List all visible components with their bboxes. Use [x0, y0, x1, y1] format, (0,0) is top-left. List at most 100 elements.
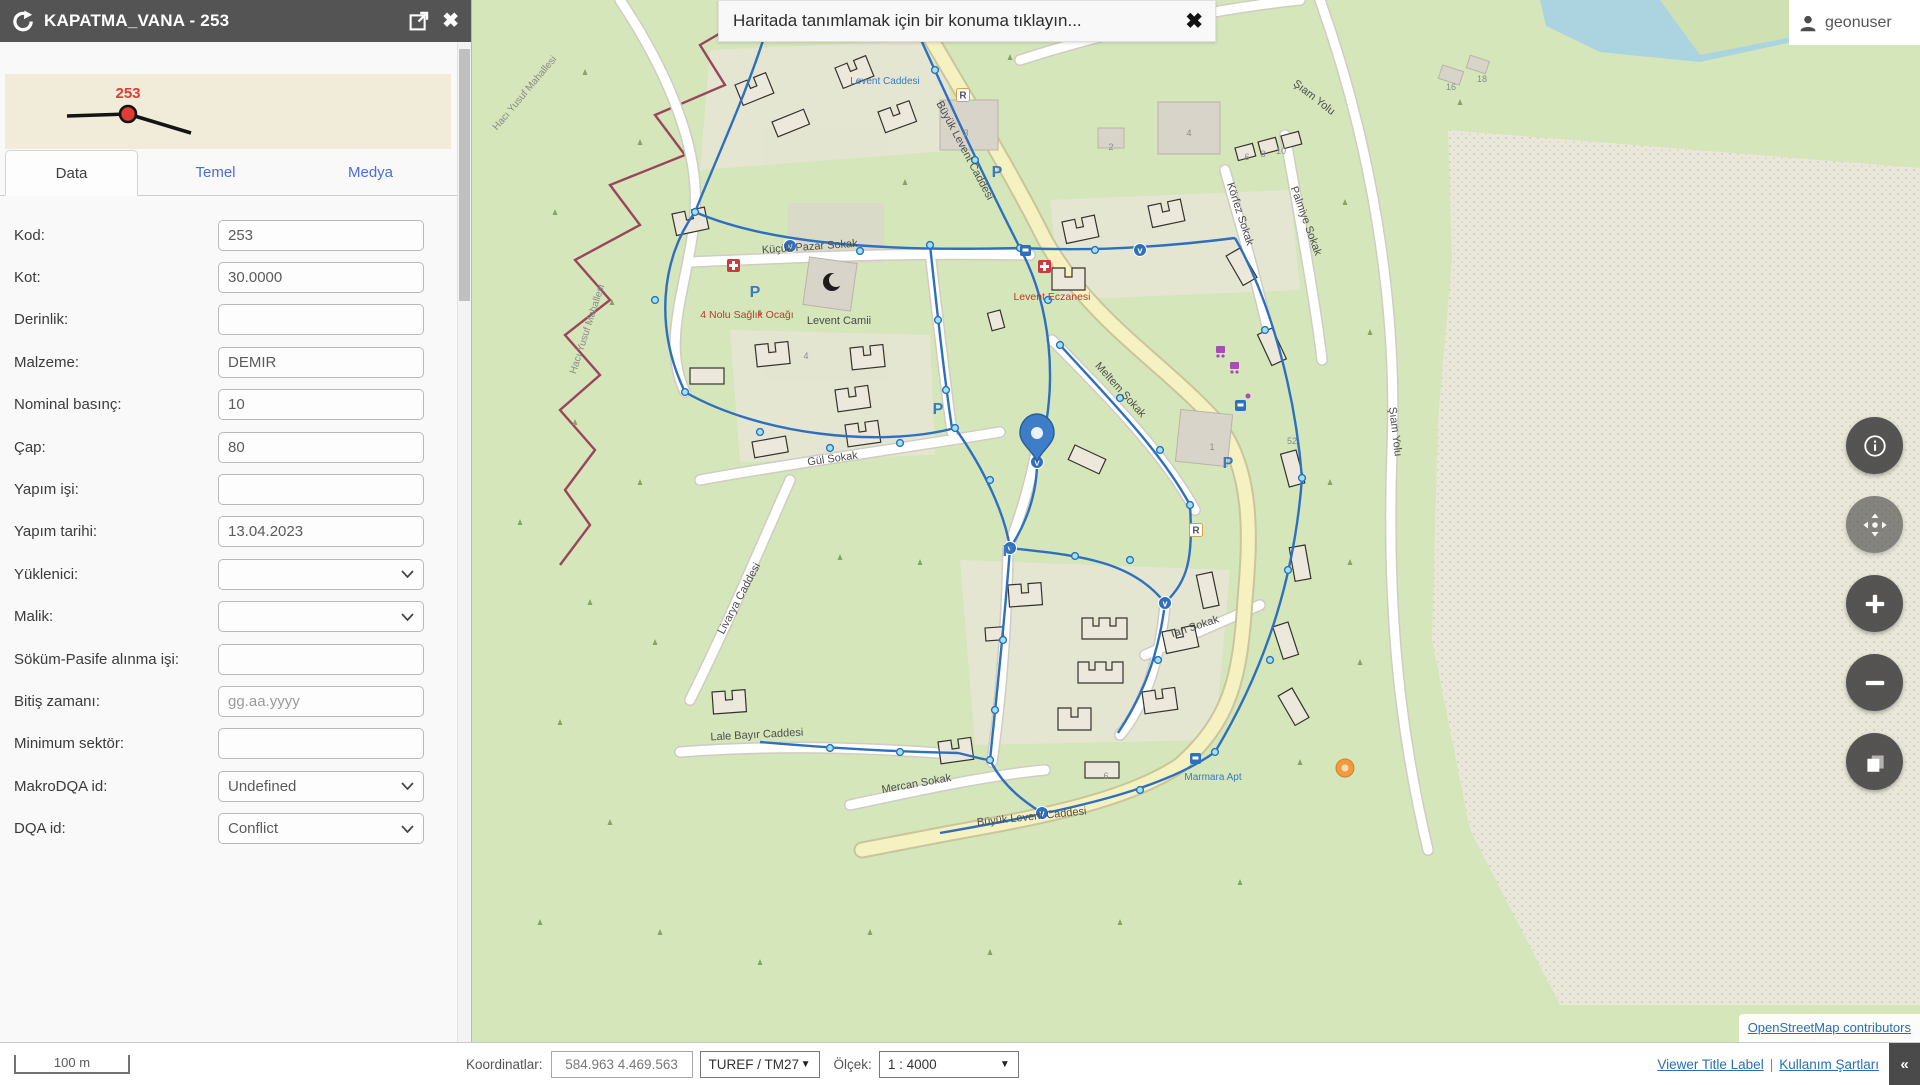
- form-row: Malzeme:: [0, 341, 455, 383]
- tab-temel[interactable]: Temel: [138, 150, 293, 195]
- tab-data[interactable]: Data: [5, 150, 138, 196]
- notification-close-icon[interactable]: ✖: [1171, 9, 1215, 34]
- form-row: Yapım işi:: [0, 468, 455, 510]
- derinlik-input[interactable]: [218, 304, 424, 335]
- form-row: MakroDQA id: Undefined: [0, 765, 455, 807]
- pan-button[interactable]: [1846, 496, 1903, 553]
- collapse-statusbar-button[interactable]: «: [1889, 1043, 1920, 1085]
- minus-icon: [1862, 670, 1888, 696]
- valve-node-marker: [120, 106, 136, 122]
- chevron-down-icon: [401, 613, 414, 621]
- plus-icon: [1862, 591, 1888, 617]
- scale-select[interactable]: 1 : 4000 ▼: [879, 1051, 1019, 1078]
- field-label: Çap:: [14, 439, 218, 456]
- terms-link[interactable]: Kullanım Şartları: [1779, 1057, 1879, 1072]
- osm-attribution-link[interactable]: OpenStreetMap contributors: [1748, 1020, 1911, 1035]
- form-row: Derinlik:: [0, 299, 455, 341]
- svg-text:10: 10: [1276, 146, 1286, 156]
- health-icon: [727, 259, 740, 272]
- crs-select[interactable]: TUREF / TM27 ▼: [700, 1051, 820, 1078]
- svg-text:1: 1: [1209, 442, 1214, 452]
- form-row: Malik:: [0, 596, 455, 638]
- dropdown-arrow-icon: ▼: [801, 1059, 811, 1070]
- panel-scrollbar[interactable]: [457, 42, 471, 1043]
- svg-text:4: 4: [803, 351, 808, 361]
- viewer-title-link[interactable]: Viewer Title Label: [1657, 1057, 1763, 1072]
- info-icon: [1862, 433, 1888, 459]
- nominal-basinc-input[interactable]: [218, 389, 424, 420]
- field-label: Derinlik:: [14, 311, 218, 328]
- malik-select[interactable]: [218, 601, 424, 632]
- field-label: Yapım işi:: [14, 481, 218, 498]
- form-row: Yapım tarihi:: [0, 511, 455, 553]
- field-label: Yüklenici:: [14, 566, 218, 583]
- yuklenici-select[interactable]: [218, 559, 424, 590]
- minimum-sektor-input[interactable]: [218, 728, 424, 759]
- panel-close-icon[interactable]: ✖: [442, 11, 459, 31]
- zoom-out-button[interactable]: [1846, 654, 1903, 711]
- scrollbar-thumb[interactable]: [459, 49, 470, 301]
- kot-input[interactable]: [218, 262, 424, 293]
- field-label: Yapım tarihi:: [14, 523, 218, 540]
- form-row: Minimum sektör:: [0, 723, 455, 765]
- user-menu[interactable]: geonuser: [1789, 0, 1920, 45]
- makrodqa-select[interactable]: Undefined: [218, 771, 424, 802]
- feature-preview-sketch: 253: [5, 74, 451, 149]
- svg-text:P: P: [1223, 455, 1234, 472]
- feature-preview: 253: [5, 74, 451, 149]
- svg-text:6: 6: [1103, 771, 1108, 781]
- field-label: Malik:: [14, 608, 218, 625]
- coordinates-value[interactable]: [551, 1051, 693, 1078]
- user-name: geonuser: [1825, 14, 1892, 32]
- chevron-down-icon: [401, 570, 414, 578]
- map-attribution: OpenStreetMap contributors: [1739, 1014, 1920, 1043]
- user-icon: [1799, 14, 1817, 32]
- svg-text:R: R: [959, 91, 967, 102]
- cap-input[interactable]: [218, 432, 424, 463]
- tab-medya[interactable]: Medya: [293, 150, 448, 195]
- chevron-down-icon: [401, 782, 414, 790]
- map-canvas[interactable]: v v v v v v Kültür Caddesi Büyük Levent …: [472, 0, 1920, 1043]
- map-scale-bar: 100 m: [14, 1055, 130, 1074]
- field-label: Nominal basınç:: [14, 396, 218, 413]
- app-window: v v v v v v Kültür Caddesi Büyük Levent …: [0, 0, 1920, 1085]
- roundabout-icon: [1336, 759, 1354, 777]
- yapim-tarihi-input[interactable]: [218, 516, 424, 547]
- zoom-in-button[interactable]: [1846, 575, 1903, 632]
- popout-icon[interactable]: [408, 11, 429, 32]
- field-label: Bitiş zamanı:: [14, 693, 218, 710]
- malzeme-input[interactable]: [218, 347, 424, 378]
- sokum-input[interactable]: [218, 644, 424, 675]
- field-label: DQA id:: [14, 820, 218, 837]
- valve-glyph: v: [1137, 246, 1142, 256]
- svg-text:P: P: [1003, 543, 1014, 560]
- info-button[interactable]: [1846, 417, 1903, 474]
- yapim-isi-input[interactable]: [218, 474, 424, 505]
- form-row: Nominal basınç:: [0, 384, 455, 426]
- footer-links: Viewer Title Label | Kullanım Şartları: [1657, 1057, 1879, 1072]
- pan-icon: [1861, 511, 1889, 539]
- svg-text:3: 3: [963, 128, 968, 138]
- map-render: v v v v v v Kültür Caddesi Büyük Levent …: [472, 0, 1920, 1043]
- svg-text:18: 18: [1477, 74, 1487, 84]
- bitis-zamani-input[interactable]: [218, 686, 424, 717]
- map-controls: [1846, 417, 1903, 812]
- svg-text:4 Nolu Sağlık Ocağı: 4 Nolu Sağlık Ocağı: [700, 309, 793, 321]
- svg-text:2: 2: [1108, 142, 1113, 152]
- dqa-select[interactable]: Conflict: [218, 813, 424, 844]
- feature-id-label: 253: [115, 85, 140, 102]
- form-row: DQA id: Conflict: [0, 807, 455, 849]
- kod-input[interactable]: [218, 220, 424, 251]
- feature-panel: KAPATMA_VANA - 253 ✖ 253 Data Teme: [0, 0, 472, 1043]
- field-label: Minimum sektör:: [14, 735, 218, 752]
- select-value: Undefined: [228, 778, 296, 795]
- scale-value: 1 : 4000: [888, 1057, 937, 1072]
- field-label: Kod:: [14, 227, 218, 244]
- layers-button[interactable]: [1846, 733, 1903, 790]
- field-label: Söküm-Pasife alınma işi:: [14, 651, 218, 668]
- attribute-form: Kod: Kot: Derinlik: Malzeme: Nominal bas…: [0, 214, 455, 850]
- notification-text: Haritada tanımlamak için bir konuma tıkl…: [719, 11, 1082, 31]
- scale-label: Ölçek:: [834, 1057, 872, 1072]
- form-row: Çap:: [0, 426, 455, 468]
- svg-text:Levent Caddesi: Levent Caddesi: [850, 76, 920, 87]
